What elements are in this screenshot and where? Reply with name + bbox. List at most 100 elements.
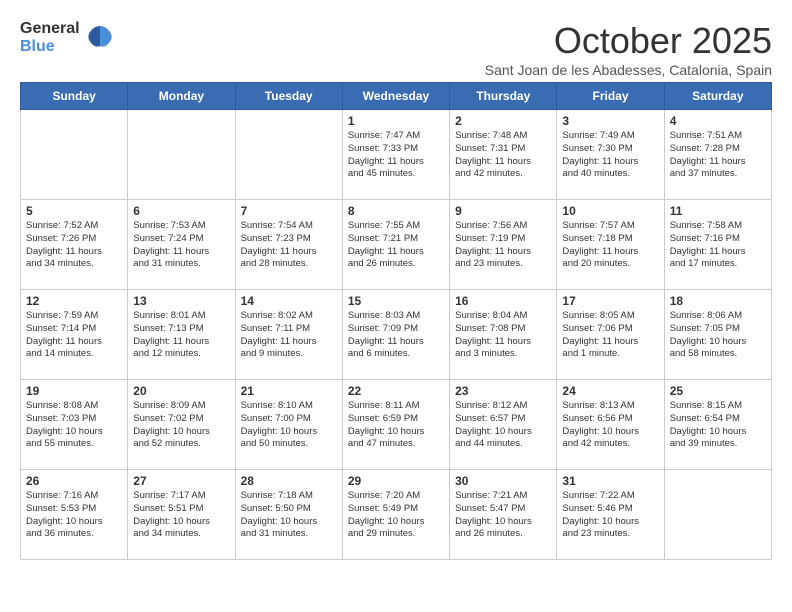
calendar-cell: 24 Sunrise: 8:13 AM Sunset: 6:56 PM Dayli… (557, 380, 664, 470)
calendar-cell: 26 Sunrise: 7:16 AM Sunset: 5:53 PM Dayli… (21, 470, 128, 560)
day-info: Sunrise: 8:09 AM Sunset: 7:02 PM Dayligh… (133, 400, 229, 451)
day-info: Sunrise: 8:03 AM Sunset: 7:09 PM Dayligh… (348, 310, 444, 361)
week-row-2: 5 Sunrise: 7:52 AM Sunset: 7:26 PM Daylig… (21, 200, 772, 290)
calendar-cell: 11 Sunrise: 7:58 AM Sunset: 7:16 PM Dayli… (664, 200, 771, 290)
calendar-cell: 6Sunrise: 7:53 AM Sunset: 7:24 PM Daylig… (128, 200, 235, 290)
day-number: 28 (241, 474, 337, 488)
calendar-cell: 14Sunrise: 8:02 AM Sunset: 7:11 PM Dayli… (235, 290, 342, 380)
day-info: Sunrise: 7:47 AM Sunset: 7:33 PM Dayligh… (348, 130, 444, 181)
calendar-cell: 17 Sunrise: 8:05 AM Sunset: 7:06 PM Dayli… (557, 290, 664, 380)
calendar-cell: 1 Sunrise: 7:47 AM Sunset: 7:33 PM Daylig… (342, 110, 449, 200)
day-number: 30 (455, 474, 551, 488)
day-number: 17 (562, 294, 658, 308)
calendar-cell (235, 110, 342, 200)
header-friday: Friday (557, 83, 664, 110)
day-info: Sunrise: 8:05 AM Sunset: 7:06 PM Dayligh… (562, 310, 658, 361)
day-number: 11 (670, 204, 766, 218)
header-wednesday: Wednesday (342, 83, 449, 110)
day-number: 18 (670, 294, 766, 308)
day-number: 21 (241, 384, 337, 398)
day-info: Sunrise: 8:12 AM Sunset: 6:57 PM Dayligh… (455, 400, 551, 451)
header-tuesday: Tuesday (235, 83, 342, 110)
day-info: Sunrise: 8:04 AM Sunset: 7:08 PM Dayligh… (455, 310, 551, 361)
day-info: Sunrise: 8:15 AM Sunset: 6:54 PM Dayligh… (670, 400, 766, 451)
calendar-cell: 20 Sunrise: 8:09 AM Sunset: 7:02 PM Dayli… (128, 380, 235, 470)
day-number: 14 (241, 294, 337, 308)
day-number: 5 (26, 204, 122, 218)
logo-wave-icon (86, 22, 114, 50)
day-number: 15 (348, 294, 444, 308)
day-info: Sunrise: 8:13 AM Sunset: 6:56 PM Dayligh… (562, 400, 658, 451)
day-info: Sunrise: 7:17 AM Sunset: 5:51 PM Dayligh… (133, 490, 229, 541)
header-row: SundayMondayTuesdayWednesdayThursdayFrid… (21, 83, 772, 110)
day-info: Sunrise: 7:58 AM Sunset: 7:16 PM Dayligh… (670, 220, 766, 271)
day-info: Sunrise: 7:51 AM Sunset: 7:28 PM Dayligh… (670, 130, 766, 181)
day-number: 4 (670, 114, 766, 128)
day-number: 8 (348, 204, 444, 218)
day-info: Sunrise: 7:20 AM Sunset: 5:49 PM Dayligh… (348, 490, 444, 541)
calendar-cell: 8 Sunrise: 7:55 AM Sunset: 7:21 PM Daylig… (342, 200, 449, 290)
header-monday: Monday (128, 83, 235, 110)
day-info: Sunrise: 8:10 AM Sunset: 7:00 PM Dayligh… (241, 400, 337, 451)
calendar-cell: 10 Sunrise: 7:57 AM Sunset: 7:18 PM Dayli… (557, 200, 664, 290)
day-number: 26 (26, 474, 122, 488)
day-number: 25 (670, 384, 766, 398)
calendar-cell: 25 Sunrise: 8:15 AM Sunset: 6:54 PM Dayli… (664, 380, 771, 470)
logo: General Blue (20, 20, 114, 55)
calendar-cell: 3 Sunrise: 7:49 AM Sunset: 7:30 PM Daylig… (557, 110, 664, 200)
calendar-cell: 28 Sunrise: 7:18 AM Sunset: 5:50 PM Dayli… (235, 470, 342, 560)
day-number: 2 (455, 114, 551, 128)
day-info: Sunrise: 7:57 AM Sunset: 7:18 PM Dayligh… (562, 220, 658, 271)
calendar-cell: 27 Sunrise: 7:17 AM Sunset: 5:51 PM Dayli… (128, 470, 235, 560)
day-number: 3 (562, 114, 658, 128)
day-number: 19 (26, 384, 122, 398)
header-thursday: Thursday (450, 83, 557, 110)
day-info: Sunrise: 7:16 AM Sunset: 5:53 PM Dayligh… (26, 490, 122, 541)
day-info: Sunrise: 7:49 AM Sunset: 7:30 PM Dayligh… (562, 130, 658, 181)
day-info: Sunrise: 8:01 AM Sunset: 7:13 PM Dayligh… (133, 310, 229, 361)
logo-mark: General Blue (20, 20, 80, 55)
location-subtitle: Sant Joan de les Abadesses, Catalonia, S… (485, 62, 772, 78)
calendar-cell: 22Sunrise: 8:11 AM Sunset: 6:59 PM Dayli… (342, 380, 449, 470)
week-row-4: 19 Sunrise: 8:08 AM Sunset: 7:03 PM Dayli… (21, 380, 772, 470)
calendar-cell: 2Sunrise: 7:48 AM Sunset: 7:31 PM Daylig… (450, 110, 557, 200)
calendar-cell: 21 Sunrise: 8:10 AM Sunset: 7:00 PM Dayli… (235, 380, 342, 470)
day-number: 13 (133, 294, 229, 308)
day-number: 6 (133, 204, 229, 218)
calendar-cell: 13 Sunrise: 8:01 AM Sunset: 7:13 PM Dayli… (128, 290, 235, 380)
calendar-cell: 29 Sunrise: 7:20 AM Sunset: 5:49 PM Dayli… (342, 470, 449, 560)
calendar-cell: 19 Sunrise: 8:08 AM Sunset: 7:03 PM Dayli… (21, 380, 128, 470)
week-row-1: 1 Sunrise: 7:47 AM Sunset: 7:33 PM Daylig… (21, 110, 772, 200)
header-sunday: Sunday (21, 83, 128, 110)
day-info: Sunrise: 7:22 AM Sunset: 5:46 PM Dayligh… (562, 490, 658, 541)
day-number: 16 (455, 294, 551, 308)
calendar-cell: 31Sunrise: 7:22 AM Sunset: 5:46 PM Dayli… (557, 470, 664, 560)
calendar-table: SundayMondayTuesdayWednesdayThursdayFrid… (20, 82, 772, 560)
day-number: 23 (455, 384, 551, 398)
month-title: October 2025 (485, 20, 772, 62)
day-info: Sunrise: 7:18 AM Sunset: 5:50 PM Dayligh… (241, 490, 337, 541)
day-info: Sunrise: 8:08 AM Sunset: 7:03 PM Dayligh… (26, 400, 122, 451)
day-number: 20 (133, 384, 229, 398)
day-info: Sunrise: 8:06 AM Sunset: 7:05 PM Dayligh… (670, 310, 766, 361)
week-row-3: 12Sunrise: 7:59 AM Sunset: 7:14 PM Dayli… (21, 290, 772, 380)
day-number: 29 (348, 474, 444, 488)
day-info: Sunrise: 7:54 AM Sunset: 7:23 PM Dayligh… (241, 220, 337, 271)
day-number: 1 (348, 114, 444, 128)
calendar-cell: 16 Sunrise: 8:04 AM Sunset: 7:08 PM Dayli… (450, 290, 557, 380)
day-number: 24 (562, 384, 658, 398)
week-row-5: 26 Sunrise: 7:16 AM Sunset: 5:53 PM Dayli… (21, 470, 772, 560)
title-block: October 2025 Sant Joan de les Abadesses,… (485, 20, 772, 78)
day-info: Sunrise: 7:55 AM Sunset: 7:21 PM Dayligh… (348, 220, 444, 271)
day-info: Sunrise: 7:52 AM Sunset: 7:26 PM Dayligh… (26, 220, 122, 271)
day-number: 9 (455, 204, 551, 218)
calendar-cell: 7Sunrise: 7:54 AM Sunset: 7:23 PM Daylig… (235, 200, 342, 290)
day-number: 27 (133, 474, 229, 488)
day-info: Sunrise: 7:21 AM Sunset: 5:47 PM Dayligh… (455, 490, 551, 541)
calendar-cell: 15 Sunrise: 8:03 AM Sunset: 7:09 PM Dayli… (342, 290, 449, 380)
logo-line1: General (20, 20, 80, 38)
day-number: 10 (562, 204, 658, 218)
day-info: Sunrise: 7:59 AM Sunset: 7:14 PM Dayligh… (26, 310, 122, 361)
calendar-cell: 23 Sunrise: 8:12 AM Sunset: 6:57 PM Dayli… (450, 380, 557, 470)
calendar-cell: 12Sunrise: 7:59 AM Sunset: 7:14 PM Dayli… (21, 290, 128, 380)
